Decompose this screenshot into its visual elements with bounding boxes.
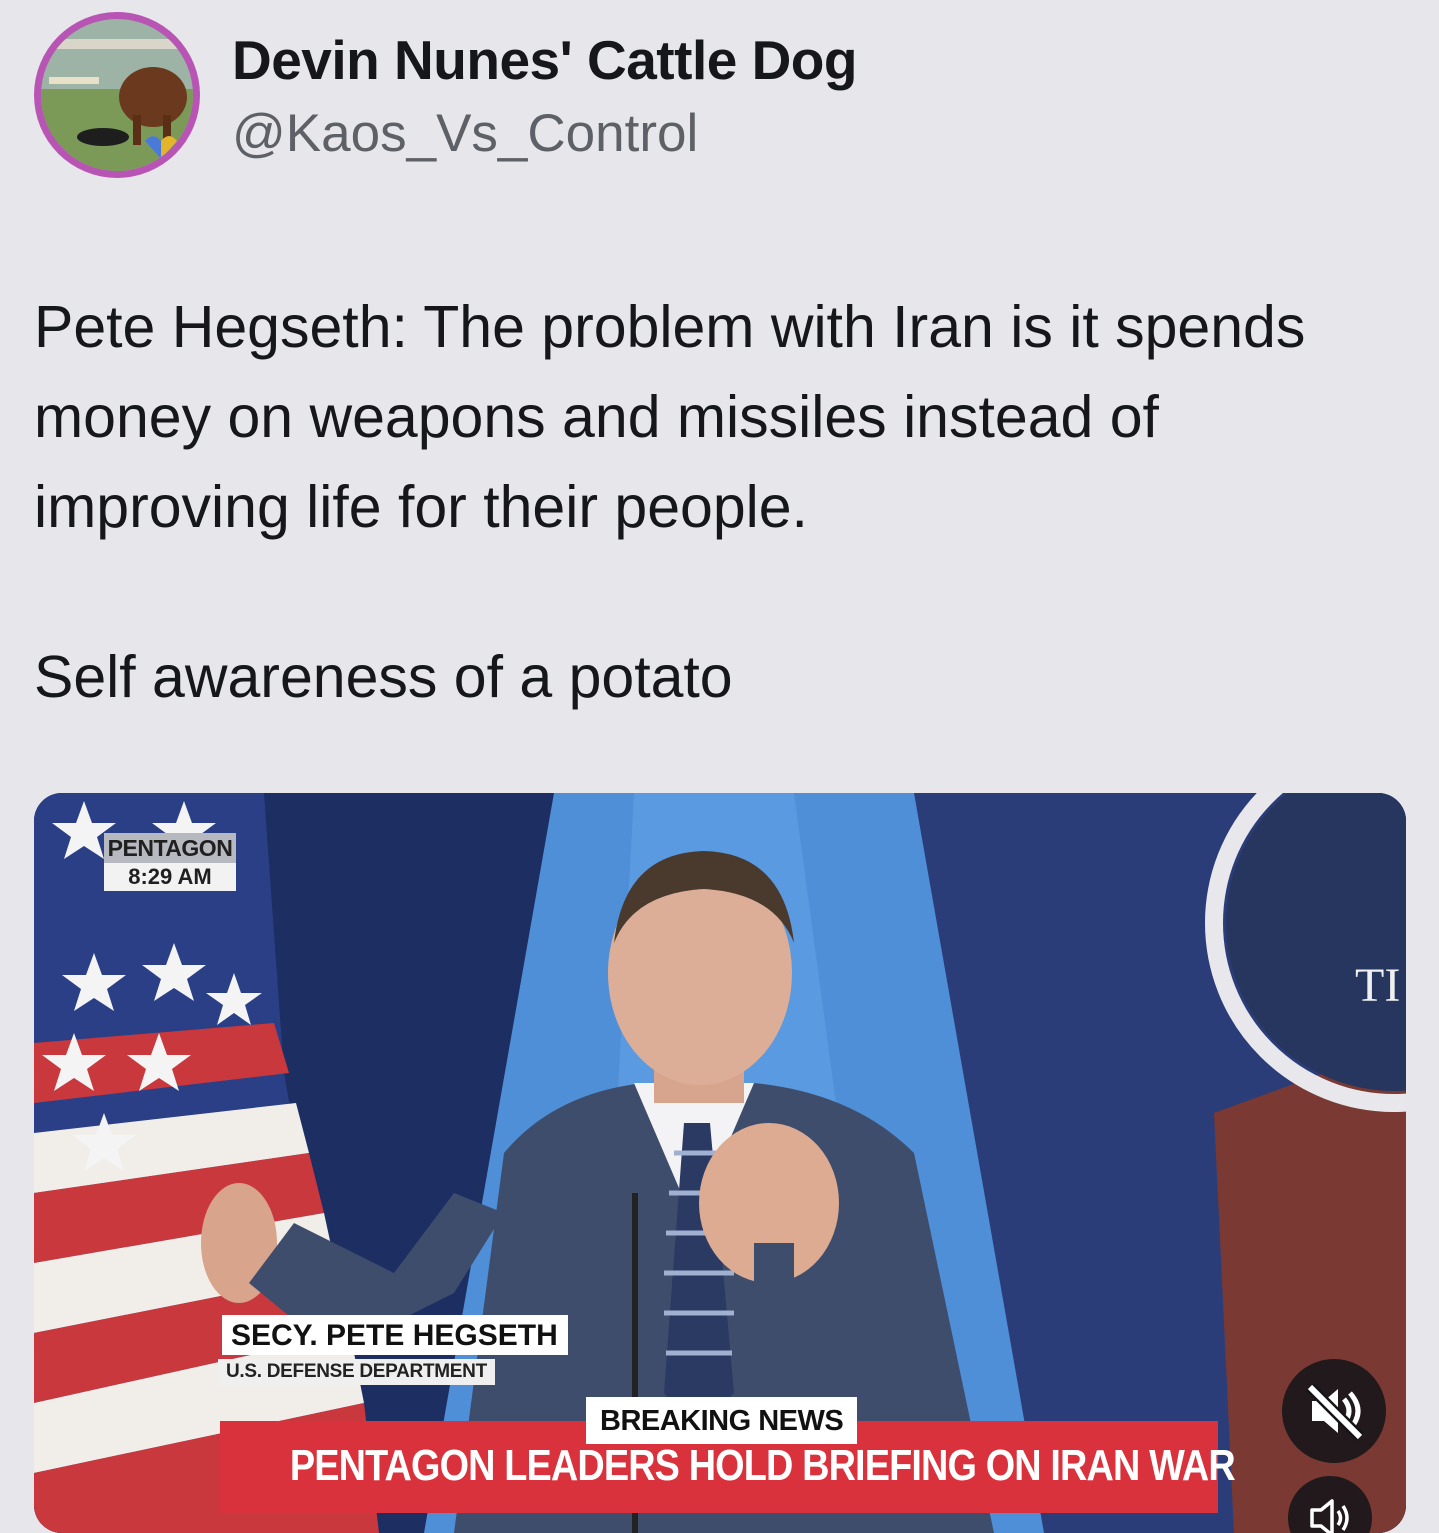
location-bug: PENTAGON 8:29 AM bbox=[104, 833, 236, 891]
headline-text: PENTAGON LEADERS HOLD BRIEFING ON IRAN W… bbox=[289, 1441, 1236, 1490]
org-strap: U.S. DEFENSE DEPARTMENT bbox=[218, 1359, 495, 1385]
tweet-text: Pete Hegseth: The problem with Iran is i… bbox=[34, 282, 1364, 722]
name-strap: SECY. PETE HEGSETH bbox=[222, 1315, 568, 1355]
mute-button[interactable] bbox=[1282, 1359, 1386, 1463]
avatar[interactable] bbox=[34, 12, 200, 178]
volume-button[interactable] bbox=[1288, 1476, 1372, 1533]
breaking-news-label: BREAKING NEWS bbox=[586, 1397, 858, 1444]
tweet-paragraph: Pete Hegseth: The problem with Iran is i… bbox=[34, 294, 1306, 540]
speaker-icon bbox=[1310, 1499, 1349, 1533]
broadcast-time: 8:29 AM bbox=[104, 863, 236, 891]
display-name[interactable]: Devin Nunes' Cattle Dog bbox=[232, 28, 858, 92]
location-label: PENTAGON bbox=[104, 833, 236, 863]
avatar-image bbox=[41, 19, 193, 171]
user-handle[interactable]: @Kaos_Vs_Control bbox=[232, 103, 698, 164]
tweet-paragraph: Self awareness of a potato bbox=[34, 644, 733, 710]
speaker-muted-icon bbox=[1306, 1383, 1364, 1441]
seal-text: TI bbox=[1355, 959, 1401, 1012]
video-player[interactable]: TI PENTAGON 8:29 AM SECY. PETE HEGSETH U… bbox=[34, 793, 1406, 1533]
